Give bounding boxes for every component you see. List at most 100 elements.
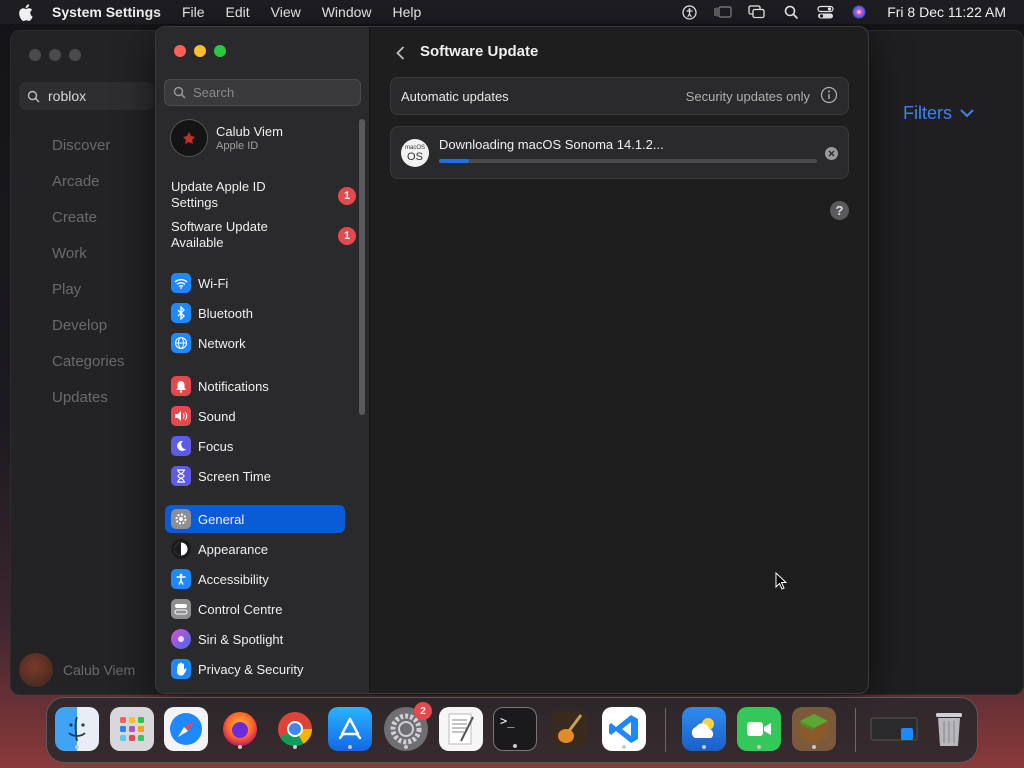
nav-create[interactable]: Create xyxy=(52,209,97,226)
textedit-icon xyxy=(448,713,474,745)
nav-work[interactable]: Work xyxy=(52,245,87,262)
sidebar-item-label: Accessibility xyxy=(198,571,269,587)
accessibility-icon xyxy=(171,569,191,589)
dock-chrome[interactable] xyxy=(273,707,317,751)
menu-window[interactable]: Window xyxy=(322,4,372,20)
screen-mirroring-icon[interactable] xyxy=(747,4,767,20)
dock-downloads-stack[interactable] xyxy=(869,707,919,751)
dock-facetime[interactable] xyxy=(737,707,781,751)
apple-menu-icon[interactable] xyxy=(18,3,38,21)
apple-id-account[interactable]: Calub Viem Apple ID xyxy=(170,119,283,157)
nav-play[interactable]: Play xyxy=(52,281,81,298)
dock-textedit[interactable] xyxy=(439,707,483,751)
sidebar-item-label: Wi-Fi xyxy=(198,275,229,291)
sidebar-item-general[interactable]: General xyxy=(165,505,345,533)
sidebar-item-siri-spotlight[interactable]: Siri & Spotlight xyxy=(165,625,345,653)
firefox-icon xyxy=(223,712,257,746)
sidebar-item-screen-time[interactable]: Screen Time xyxy=(165,462,345,490)
vscode-icon xyxy=(609,715,638,743)
dock-finder[interactable] xyxy=(55,707,99,751)
dock-vscode[interactable] xyxy=(602,707,646,751)
dock-launchpad[interactable] xyxy=(110,707,154,751)
siri-icon[interactable] xyxy=(849,4,869,20)
app-store-search-field[interactable]: roblox xyxy=(19,82,154,110)
siri-icon xyxy=(171,629,191,649)
sidebar-item-privacy-security[interactable]: Privacy & Security xyxy=(165,655,345,683)
nav-arcade[interactable]: Arcade xyxy=(52,173,100,190)
minimize-button-inactive[interactable] xyxy=(49,49,61,61)
speaker-icon xyxy=(171,406,191,426)
dock-safari[interactable] xyxy=(164,707,208,751)
sidebar-item-label: Privacy & Security xyxy=(198,661,304,677)
settings-search-field[interactable]: Search xyxy=(164,79,361,106)
sidebar-item-label: Network xyxy=(198,335,246,351)
sidebar-item-wifi[interactable]: Wi-Fi xyxy=(165,269,345,297)
info-icon[interactable] xyxy=(820,86,838,107)
close-button-inactive[interactable] xyxy=(29,49,41,61)
menu-edit[interactable]: Edit xyxy=(226,4,250,20)
notification-badge: 1 xyxy=(338,187,356,205)
globe-icon xyxy=(171,333,191,353)
spotlight-icon[interactable] xyxy=(781,4,801,20)
sidebar-item-network[interactable]: Network xyxy=(165,329,345,357)
sidebar-item-label: Bluetooth xyxy=(198,305,253,321)
dock-app-store[interactable] xyxy=(328,707,372,751)
nav-categories[interactable]: Categories xyxy=(52,353,125,370)
nav-develop[interactable]: Develop xyxy=(52,317,107,334)
dock-trash[interactable] xyxy=(927,707,971,751)
running-indicator xyxy=(75,745,79,749)
nav-discover[interactable]: Discover xyxy=(52,137,110,154)
running-indicator xyxy=(622,745,626,749)
sidebar-item-label: Screen Time xyxy=(198,468,271,484)
control-centre-icon[interactable] xyxy=(815,4,835,20)
sidebar-item-label: Sound xyxy=(198,408,236,424)
sidebar-item-accessibility[interactable]: Accessibility xyxy=(165,565,345,593)
menu-file[interactable]: File xyxy=(182,4,205,20)
close-button[interactable] xyxy=(174,45,186,57)
accessibility-status-icon[interactable] xyxy=(679,4,699,20)
compass-icon xyxy=(170,713,202,745)
dock-garageband[interactable] xyxy=(547,707,591,751)
back-button[interactable] xyxy=(390,43,410,63)
minimize-button[interactable] xyxy=(194,45,206,57)
guitar-icon xyxy=(551,711,587,747)
stage-manager-icon[interactable] xyxy=(713,4,733,20)
menu-clock[interactable]: Fri 8 Dec 11:22 AM xyxy=(887,4,1006,20)
dock-system-settings[interactable]: 2 xyxy=(384,702,432,751)
dock-minecraft[interactable] xyxy=(792,707,836,751)
sidebar-item-bluetooth[interactable]: Bluetooth xyxy=(165,299,345,327)
dock-terminal[interactable]: >_ xyxy=(493,707,537,751)
nav-updates[interactable]: Updates xyxy=(52,389,108,406)
zoom-button[interactable] xyxy=(214,45,226,57)
sidebar-item-focus[interactable]: Focus xyxy=(165,432,345,460)
sidebar-item-control-centre[interactable]: Control Centre xyxy=(165,595,345,623)
sidebar-item-appearance[interactable]: Appearance xyxy=(165,535,345,563)
software-update-notice[interactable]: Software Update Available 1 xyxy=(171,219,356,251)
app-store-account[interactable]: Calub Viem xyxy=(19,653,135,687)
download-progress-fill xyxy=(439,159,470,163)
help-button[interactable]: ? xyxy=(830,201,849,220)
filters-button[interactable]: Filters xyxy=(903,103,974,124)
hand-icon xyxy=(171,659,191,679)
chevron-down-icon xyxy=(960,109,974,118)
dock-firefox[interactable] xyxy=(218,707,262,751)
download-status-text: Downloading macOS Sonoma 14.1.2... xyxy=(439,137,664,152)
bell-icon xyxy=(171,376,191,396)
sidebar-item-sound[interactable]: Sound xyxy=(165,402,345,430)
weather-icon xyxy=(691,718,714,738)
sidebar-item-notifications[interactable]: Notifications xyxy=(165,372,345,400)
account-name: Calub Viem xyxy=(216,124,283,139)
sidebar-scrollbar[interactable] xyxy=(359,119,365,415)
update-apple-id-notice[interactable]: Update Apple ID Settings 1 xyxy=(171,179,356,211)
running-indicator xyxy=(238,745,242,749)
dock-separator xyxy=(665,708,666,752)
zoom-button-inactive[interactable] xyxy=(69,49,81,61)
automatic-updates-value: Security updates only xyxy=(685,88,810,104)
page-title: Software Update xyxy=(420,43,539,60)
menu-app-name[interactable]: System Settings xyxy=(52,4,161,20)
cancel-download-button[interactable] xyxy=(825,147,838,160)
menu-help[interactable]: Help xyxy=(393,4,422,20)
dock-weather[interactable] xyxy=(682,707,726,751)
toggles-icon xyxy=(171,599,191,619)
menu-view[interactable]: View xyxy=(271,4,301,20)
